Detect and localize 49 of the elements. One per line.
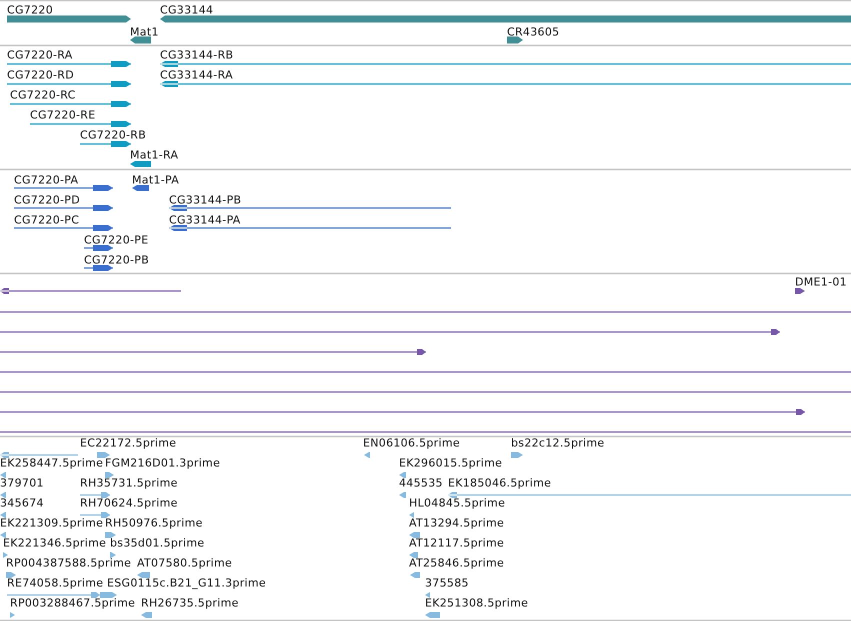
feature-label: CG33144-PA	[169, 214, 241, 226]
feature-label: bs22c12.5prime	[511, 436, 604, 450]
feature-label: CG7220	[7, 4, 53, 16]
feature-label: 379701	[0, 476, 44, 490]
feature-label: RH35731.5prime	[80, 476, 178, 490]
feature-label: AT12117.5prime	[409, 536, 504, 550]
feature-label: AT07580.5prime	[137, 556, 232, 570]
feature-label: CG7220-PE	[84, 234, 148, 246]
feature-label: EK221309.5prime	[0, 516, 104, 530]
feature-label: bs35d01.5prime	[110, 536, 204, 550]
feature-label: EK251308.5prime	[425, 596, 528, 610]
feature-label: CR43605	[507, 26, 560, 38]
feature-label: RE74058.5prime	[7, 576, 104, 590]
feature-label: EK221346.5prime	[3, 536, 106, 550]
feature-label: Mat1-PA	[132, 174, 180, 186]
feature-label: CG7220-PA	[14, 174, 78, 186]
feature-label: EN06106.5prime	[363, 436, 460, 450]
feature-label: CG7220-RA	[7, 48, 73, 62]
feature-label: EK185046.5prime	[448, 476, 552, 490]
feature-label: RH70624.5prime	[80, 496, 178, 510]
feature-label: RP003288467.5prime	[10, 596, 136, 610]
feature-label: CG33144	[160, 4, 214, 16]
feature-label: AT13294.5prime	[409, 516, 504, 530]
feature-label: ESG0115c.B21_G11.3prime	[107, 576, 266, 590]
feature-label: 445535	[399, 476, 443, 490]
feature-label: EK296015.5prime	[399, 456, 502, 470]
feature-label: HL04845.5prime	[409, 496, 506, 510]
feature-label: AT25846.5prime	[409, 556, 504, 570]
feature-label: EK258447.5prime	[0, 456, 104, 470]
feature-label: CG33144-PB	[169, 194, 242, 206]
feature-label: 375585	[425, 576, 469, 590]
feature-label: CG7220-RD	[7, 68, 74, 82]
feature-label: CG7220-PC	[14, 214, 80, 226]
feature-label: CG33144-RB	[160, 48, 234, 62]
feature-label: CG7220-RE	[30, 108, 96, 122]
feature-label: EC22172.5prime	[80, 436, 176, 450]
feature-label: CG7220-PD	[14, 194, 80, 206]
feature-label: CG33144-RA	[160, 68, 233, 82]
feature-label: Mat1	[130, 26, 159, 38]
feature-label: CG7220-RC	[10, 88, 76, 102]
feature-label: CG7220-PB	[84, 254, 150, 266]
feature-label: RH50976.5prime	[105, 516, 203, 530]
feature-label: RP004387588.5prime	[6, 556, 132, 570]
feature-label: FGM216D01.3prime	[105, 456, 220, 470]
feature-label: RH26735.5prime	[141, 596, 239, 610]
feature-label: DME1-01	[795, 276, 847, 288]
feature-label: CG7220-RB	[80, 128, 146, 142]
feature-label: Mat1-RA	[130, 148, 178, 162]
feature-label: 345674	[0, 496, 44, 510]
